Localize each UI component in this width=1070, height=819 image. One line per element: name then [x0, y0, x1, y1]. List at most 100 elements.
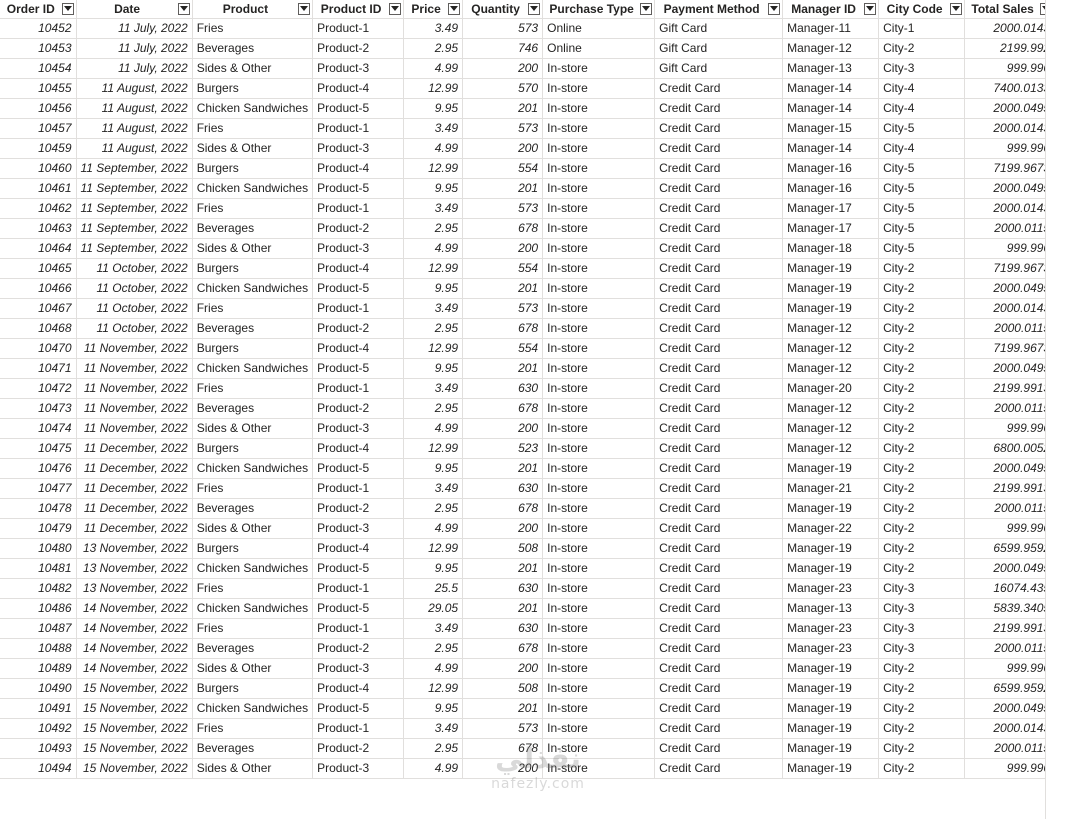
cell-order-id: 10477 [0, 478, 77, 499]
cell-product-id: Product-4 [312, 158, 405, 179]
cell-city-code: City-1 [878, 18, 966, 39]
cell-manager-id: Manager-19 [782, 258, 880, 279]
cell-date: 11 November, 2022 [76, 418, 193, 439]
cell-product-id: Product-1 [312, 378, 405, 399]
table-row[interactable]: 10494 15 November, 2022 Sides & Other Produ… [0, 758, 1056, 779]
table-row[interactable]: 10459 11 August, 2022 Sides & Other Product… [0, 138, 1056, 159]
table-row[interactable]: 10455 11 August, 2022 Burgers Product-4 12.9… [0, 78, 1056, 99]
cell-product-id: Product-1 [312, 118, 405, 139]
filter-dropdown-icon[interactable] [528, 2, 541, 15]
table-row[interactable]: 10488 14 November, 2022 Beverages Product-2… [0, 638, 1056, 659]
filter-dropdown-icon[interactable] [177, 2, 190, 15]
table-row[interactable]: 10462 11 September, 2022 Fries Product-1 3.4… [0, 198, 1056, 219]
table-row[interactable]: 10482 13 November, 2022 Fries Product-1 25.5… [0, 578, 1056, 599]
filter-dropdown-icon[interactable] [448, 2, 461, 15]
table-row[interactable]: 10486 14 November, 2022 Chicken Sandwiches… [0, 598, 1056, 619]
cell-total-sales: 2000.0115 [964, 398, 1056, 419]
table-row[interactable]: 10490 15 November, 2022 Burgers Product-4 12… [0, 678, 1056, 699]
table-row[interactable]: 10453 11 July, 2022 Beverages Product-2 2.95… [0, 38, 1056, 59]
table-row[interactable]: 10468 11 October, 2022 Beverages Product-2 2… [0, 318, 1056, 339]
cell-quantity: 630 [462, 618, 544, 639]
table-row[interactable]: 10472 11 November, 2022 Fries Product-1 3.49… [0, 378, 1056, 399]
column-header-purchase-type[interactable]: Purchase Type [542, 0, 656, 19]
column-header-date[interactable]: Date [76, 0, 193, 19]
column-header-payment-method[interactable]: Payment Method [654, 0, 784, 19]
cell-payment-method: Credit Card [654, 438, 784, 459]
cell-date: 11 August, 2022 [76, 78, 193, 99]
cell-manager-id: Manager-19 [782, 538, 880, 559]
cell-order-id: 10472 [0, 378, 77, 399]
table-row[interactable]: 10464 11 September, 2022 Sides & Other Prod… [0, 238, 1056, 259]
table-row[interactable]: 10456 11 August, 2022 Chicken Sandwiches Pr… [0, 98, 1056, 119]
cell-order-id: 10491 [0, 698, 77, 719]
table-row[interactable]: 10480 13 November, 2022 Burgers Product-4 12… [0, 538, 1056, 559]
cell-product-id: Product-1 [312, 478, 405, 499]
table-row[interactable]: 10460 11 September, 2022 Burgers Product-4 1… [0, 158, 1056, 179]
table-row[interactable]: 10452 11 July, 2022 Fries Product-1 3.49 573 O… [0, 18, 1056, 39]
table-row[interactable]: 10474 11 November, 2022 Sides & Other Produ… [0, 418, 1056, 439]
cell-city-code: City-5 [878, 178, 966, 199]
cell-payment-method: Credit Card [654, 98, 784, 119]
column-header-product[interactable]: Product [192, 0, 314, 19]
table-row[interactable]: 10470 11 November, 2022 Burgers Product-4 12… [0, 338, 1056, 359]
column-header-label: Order ID [6, 1, 55, 16]
cell-purchase-type: In-store [542, 98, 656, 119]
column-header-order-id[interactable]: Order ID [0, 0, 77, 19]
column-header-quantity[interactable]: Quantity [462, 0, 544, 19]
table-row[interactable]: 10467 11 October, 2022 Fries Product-1 3.49 5… [0, 298, 1056, 319]
table-row[interactable]: 10481 13 November, 2022 Chicken Sandwiches… [0, 558, 1056, 579]
filter-dropdown-icon[interactable] [864, 2, 877, 15]
cell-order-id: 10461 [0, 178, 77, 199]
vertical-scroll-area[interactable] [1045, 0, 1070, 819]
filter-dropdown-icon[interactable] [61, 2, 74, 15]
table-row[interactable]: 10473 11 November, 2022 Beverages Product-2… [0, 398, 1056, 419]
cell-total-sales: 6599.9592 [964, 678, 1056, 699]
filter-dropdown-icon[interactable] [768, 2, 781, 15]
cell-product-id: Product-3 [312, 518, 405, 539]
cell-city-code: City-3 [878, 598, 966, 619]
filter-dropdown-icon[interactable] [640, 2, 653, 15]
table-row[interactable]: 10461 11 September, 2022 Chicken Sandwiche… [0, 178, 1056, 199]
table-row[interactable]: 10475 11 December, 2022 Burgers Product-4 12… [0, 438, 1056, 459]
column-header-price[interactable]: Price [403, 0, 464, 19]
table-row[interactable]: 10487 14 November, 2022 Fries Product-1 3.49… [0, 618, 1056, 639]
cell-date: 13 November, 2022 [76, 558, 193, 579]
cell-city-code: City-3 [878, 618, 966, 639]
filter-dropdown-icon[interactable] [950, 2, 963, 15]
filter-dropdown-icon[interactable] [298, 2, 311, 15]
cell-product: Fries [192, 378, 314, 399]
cell-total-sales: 2000.0495 [964, 458, 1056, 479]
table-row[interactable]: 10477 11 December, 2022 Fries Product-1 3.49… [0, 478, 1056, 499]
cell-purchase-type: In-store [542, 238, 656, 259]
cell-date: 15 November, 2022 [76, 698, 193, 719]
table-row[interactable]: 10465 11 October, 2022 Burgers Product-4 12.… [0, 258, 1056, 279]
table-row[interactable]: 10454 11 July, 2022 Sides & Other Product-3… [0, 58, 1056, 79]
column-header-manager-id[interactable]: Manager ID [782, 0, 880, 19]
table-row[interactable]: 10491 15 November, 2022 Chicken Sandwiches… [0, 698, 1056, 719]
column-header-product-id[interactable]: Product ID [312, 0, 405, 19]
cell-purchase-type: In-store [542, 678, 656, 699]
table-row[interactable]: 10457 11 August, 2022 Fries Product-1 3.49 57… [0, 118, 1056, 139]
table-row[interactable]: 10492 15 November, 2022 Fries Product-1 3.49… [0, 718, 1056, 739]
cell-city-code: City-2 [878, 758, 966, 779]
table-row[interactable]: 10489 14 November, 2022 Sides & Other Produ… [0, 658, 1056, 679]
cell-product-id: Product-1 [312, 578, 405, 599]
table-row[interactable]: 10479 11 December, 2022 Sides & Other Produ… [0, 518, 1056, 539]
table-row[interactable]: 10478 11 December, 2022 Beverages Product-2… [0, 498, 1056, 519]
cell-purchase-type: In-store [542, 178, 656, 199]
table-row[interactable]: 10466 11 October, 2022 Chicken Sandwiches P… [0, 278, 1056, 299]
table-row[interactable]: 10493 15 November, 2022 Beverages Product-2… [0, 738, 1056, 759]
cell-manager-id: Manager-11 [782, 18, 880, 39]
column-header-label: Payment Method [663, 1, 760, 16]
cell-purchase-type: In-store [542, 658, 656, 679]
table-row[interactable]: 10463 11 September, 2022 Beverages Product-… [0, 218, 1056, 239]
cell-city-code: City-2 [878, 298, 966, 319]
table-row[interactable]: 10476 11 December, 2022 Chicken Sandwiches… [0, 458, 1056, 479]
table-row[interactable]: 10471 11 November, 2022 Chicken Sandwiches… [0, 358, 1056, 379]
column-header-total-sales[interactable]: Total Sales [964, 0, 1056, 19]
cell-price: 4.99 [403, 758, 464, 779]
filter-dropdown-icon[interactable] [389, 2, 402, 15]
cell-date: 11 September, 2022 [76, 158, 193, 179]
column-header-city-code[interactable]: City Code [878, 0, 966, 19]
cell-quantity: 201 [462, 558, 544, 579]
